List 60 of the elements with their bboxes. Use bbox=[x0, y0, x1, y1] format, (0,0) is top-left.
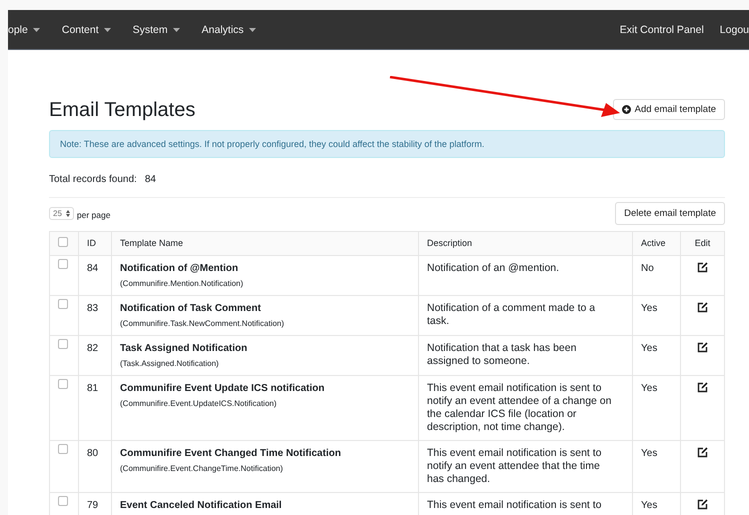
template-name: Notification of @Mention bbox=[120, 262, 240, 276]
column-header: Template Name bbox=[112, 232, 418, 256]
column-header: Description bbox=[418, 232, 632, 256]
template-name: Communifire Event Changed Time Notification bbox=[120, 447, 342, 461]
description-cell: This event email notification is sent to notify an event attendee of a change on the calendar ICS file (location or description, not time change). bbox=[418, 376, 632, 440]
spinner-icon bbox=[66, 210, 70, 217]
nav-link[interactable]: Content bbox=[62, 24, 111, 36]
id-cell: 84 bbox=[78, 256, 112, 296]
nav-link[interactable]: Logou bbox=[720, 24, 749, 36]
total-label: Total records found: bbox=[49, 174, 137, 185]
nav-link[interactable]: ople bbox=[8, 24, 40, 36]
nav-link[interactable]: Exit Control Panel bbox=[620, 24, 704, 36]
template-name: Notification of Task Comment bbox=[120, 302, 262, 316]
description-cell: Notification of a comment made to a task. bbox=[418, 296, 632, 336]
column-header: Active bbox=[632, 232, 680, 256]
add-template-button[interactable]: Add email template bbox=[612, 99, 725, 120]
total-count: 84 bbox=[144, 174, 156, 185]
active-cell: Yes bbox=[632, 336, 680, 376]
row-checkbox[interactable] bbox=[58, 339, 68, 349]
row-checkbox[interactable] bbox=[58, 444, 68, 454]
edit-icon[interactable] bbox=[697, 447, 708, 458]
active-cell: Yes bbox=[632, 376, 680, 440]
template-key: (Task.Assigned.Notification) bbox=[120, 358, 410, 369]
active-cell: Yes bbox=[632, 296, 680, 336]
select-all-checkbox[interactable] bbox=[58, 237, 68, 247]
template-name: Task Assigned Notification bbox=[120, 342, 248, 356]
active-cell: No bbox=[632, 256, 680, 296]
id-cell: 83 bbox=[78, 296, 112, 336]
nav-link[interactable]: System bbox=[132, 24, 180, 36]
edit-icon[interactable] bbox=[697, 342, 708, 353]
template-key: (Communifire.Event.ChangeTime.Notification) bbox=[120, 463, 410, 474]
nav-link[interactable]: Analytics bbox=[202, 24, 256, 36]
page-title: Email Templates bbox=[49, 98, 196, 122]
description-cell: This event email notification is sent to notify an event attendee that the time has changed. bbox=[418, 440, 632, 492]
row-checkbox[interactable] bbox=[58, 496, 68, 506]
edit-icon[interactable] bbox=[697, 262, 708, 273]
row-checkbox[interactable] bbox=[58, 299, 68, 309]
column-header: ID bbox=[78, 232, 112, 256]
plus-circle-icon bbox=[622, 105, 631, 114]
edit-icon[interactable] bbox=[697, 382, 708, 393]
page-size-select[interactable]: 25 bbox=[49, 207, 74, 220]
description-cell: Notification that a task has been assigned to someone. bbox=[418, 336, 632, 376]
row-checkbox[interactable] bbox=[58, 379, 68, 389]
warning-alert: Note: These are advanced settings. If not properly configured, they could affect the stability of the platform. bbox=[49, 130, 725, 158]
active-cell: Yes bbox=[632, 440, 680, 492]
id-cell: 82 bbox=[78, 336, 112, 376]
template-name: Communifire Event Update ICS notification bbox=[120, 382, 326, 396]
row-checkbox[interactable] bbox=[58, 259, 68, 269]
template-key: (Communifire.Mention.Notification) bbox=[120, 278, 410, 289]
edit-icon[interactable] bbox=[697, 499, 708, 510]
template-key: (Communifire.Task.NewComment.Notification) bbox=[120, 318, 410, 329]
id-cell: 81 bbox=[78, 376, 112, 440]
template-name: Event Canceled Notification Email bbox=[120, 499, 283, 513]
delete-template-button[interactable]: Delete email template bbox=[615, 202, 725, 225]
template-key: (Communifire.Event.UpdateICS.Notification) bbox=[120, 398, 410, 409]
id-cell: 80 bbox=[78, 440, 112, 492]
per-page-label: per page bbox=[76, 210, 110, 220]
edit-icon[interactable] bbox=[697, 302, 708, 313]
description-cell: Notification of an @mention. bbox=[418, 256, 632, 296]
column-header: Edit bbox=[680, 232, 724, 256]
